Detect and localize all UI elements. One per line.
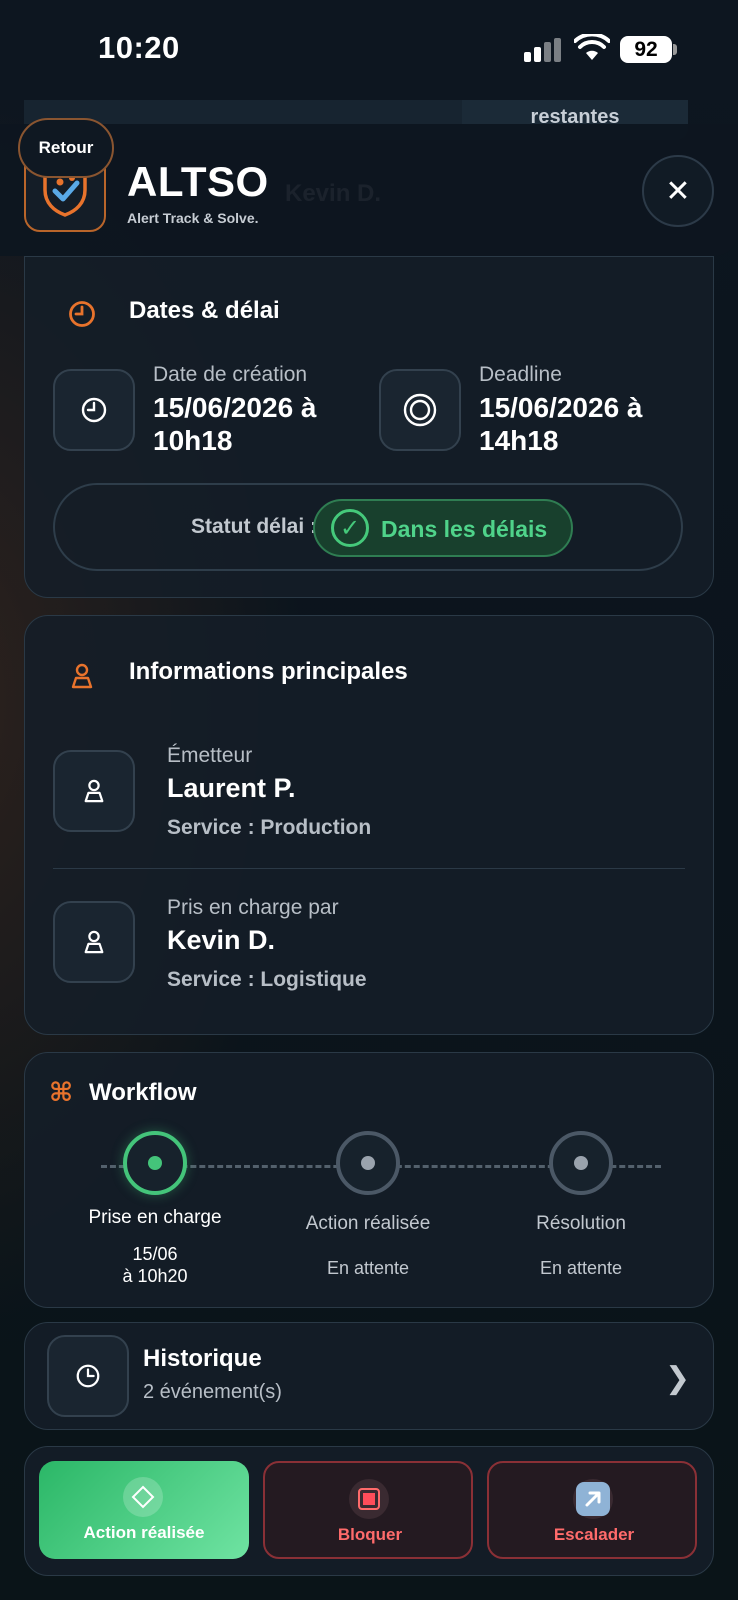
workflow-step-1-name: Prise en charge bbox=[88, 1207, 222, 1228]
creation-date-label: Date de création bbox=[153, 363, 308, 386]
back-button[interactable]: Retour bbox=[18, 118, 114, 178]
history-icon-box bbox=[47, 1335, 129, 1417]
wifi-icon bbox=[574, 34, 610, 60]
workflow-step-2-node bbox=[336, 1131, 400, 1195]
deadline-status-row: Statut délai : ✓ Dans les délais bbox=[53, 483, 683, 571]
command-icon: ⌘ bbox=[49, 1077, 74, 1107]
chevron-right-icon: ❯ bbox=[665, 1362, 691, 1395]
issuer-label: Émetteur bbox=[167, 744, 253, 767]
person-icon bbox=[71, 663, 93, 689]
history-title: Historique bbox=[143, 1345, 262, 1372]
history-count: 2 événement(s) bbox=[143, 1381, 282, 1403]
dates-title: Dates & délai bbox=[129, 297, 280, 324]
close-button[interactable]: ✕ bbox=[642, 155, 714, 227]
app-tagline: Alert Track & Solve. bbox=[127, 210, 259, 226]
clock-icon bbox=[76, 1364, 100, 1388]
workflow-step-3-status: En attente bbox=[539, 1258, 623, 1278]
status-time: 10:20 bbox=[98, 30, 180, 65]
workflow-step-1-time: à 10h20 bbox=[122, 1266, 188, 1286]
check-circle-icon: ✓ bbox=[331, 509, 369, 547]
workflow-step-2-status: En attente bbox=[326, 1258, 410, 1278]
arrow-up-right-icon bbox=[573, 1479, 613, 1519]
close-icon: ✕ bbox=[665, 174, 691, 208]
workflow-step-3-name: Résolution bbox=[536, 1213, 626, 1234]
escalate-label: Escalader bbox=[553, 1525, 635, 1544]
battery-indicator: 92 bbox=[620, 36, 672, 63]
clock-icon bbox=[69, 301, 95, 327]
deadline-status-badge: ✓ Dans les délais bbox=[313, 499, 573, 557]
handler-label: Pris en charge par bbox=[167, 896, 339, 919]
history-card[interactable]: Historique 2 événement(s) ❯ bbox=[24, 1322, 714, 1430]
main-info-card: Informations principales Émetteur Lauren… bbox=[24, 615, 714, 1035]
main-info-title: Informations principales bbox=[129, 658, 408, 685]
handler-name: Kevin D. bbox=[167, 925, 276, 955]
deadline-label: Deadline bbox=[479, 363, 562, 386]
app-name: ALTSO bbox=[127, 158, 269, 205]
workflow-step-1-date: 15/06 bbox=[132, 1244, 178, 1264]
clock-icon bbox=[81, 397, 107, 423]
escalate-button[interactable]: Escalader bbox=[487, 1461, 697, 1559]
deadline-icon-box bbox=[379, 369, 461, 451]
issuer-icon-box bbox=[53, 750, 135, 832]
handler-icon-box bbox=[53, 901, 135, 983]
action-done-button[interactable]: Action réalisée bbox=[39, 1461, 249, 1559]
workflow-card: ⌘ Workflow Prise en charge 15/06 à 10h20… bbox=[24, 1052, 714, 1308]
person-icon bbox=[84, 779, 104, 803]
info-divider bbox=[53, 868, 685, 869]
workflow-step-1-node bbox=[123, 1131, 187, 1195]
block-button[interactable]: Bloquer bbox=[263, 1461, 473, 1559]
creation-icon-box bbox=[53, 369, 135, 451]
deadline-line1: 15/06/2026 à bbox=[479, 392, 643, 423]
block-label: Bloquer bbox=[337, 1525, 403, 1544]
signal-icon bbox=[524, 38, 564, 62]
target-icon bbox=[403, 393, 437, 427]
stop-icon bbox=[349, 1479, 389, 1519]
person-icon bbox=[84, 930, 104, 954]
diamond-icon bbox=[123, 1477, 163, 1517]
issuer-service: Service : Production bbox=[167, 816, 372, 839]
status-bar: 10:20 92 bbox=[0, 0, 738, 100]
issuer-name: Laurent P. bbox=[167, 773, 296, 803]
deadline-status-label: Statut délai : bbox=[191, 515, 318, 538]
ghost-text: Kevin D. bbox=[285, 180, 382, 207]
handler-service: Service : Logistique bbox=[167, 968, 367, 991]
action-done-label: Action réalisée bbox=[83, 1523, 205, 1542]
workflow-step-3-node bbox=[549, 1131, 613, 1195]
dates-card: Dates & délai Date de création 15/06/202… bbox=[24, 256, 714, 598]
deadline-status-value: Dans les délais bbox=[381, 516, 548, 542]
deadline-line2: 14h18 bbox=[479, 425, 559, 456]
creation-date-line2: 10h18 bbox=[153, 425, 233, 456]
battery-tip bbox=[673, 44, 677, 55]
creation-date-line1: 15/06/2026 à bbox=[153, 392, 317, 423]
workflow-title: Workflow bbox=[89, 1079, 197, 1106]
action-bar: Action réalisée Bloquer Escalader bbox=[24, 1446, 714, 1576]
workflow-step-2-name: Action réalisée bbox=[305, 1213, 431, 1234]
